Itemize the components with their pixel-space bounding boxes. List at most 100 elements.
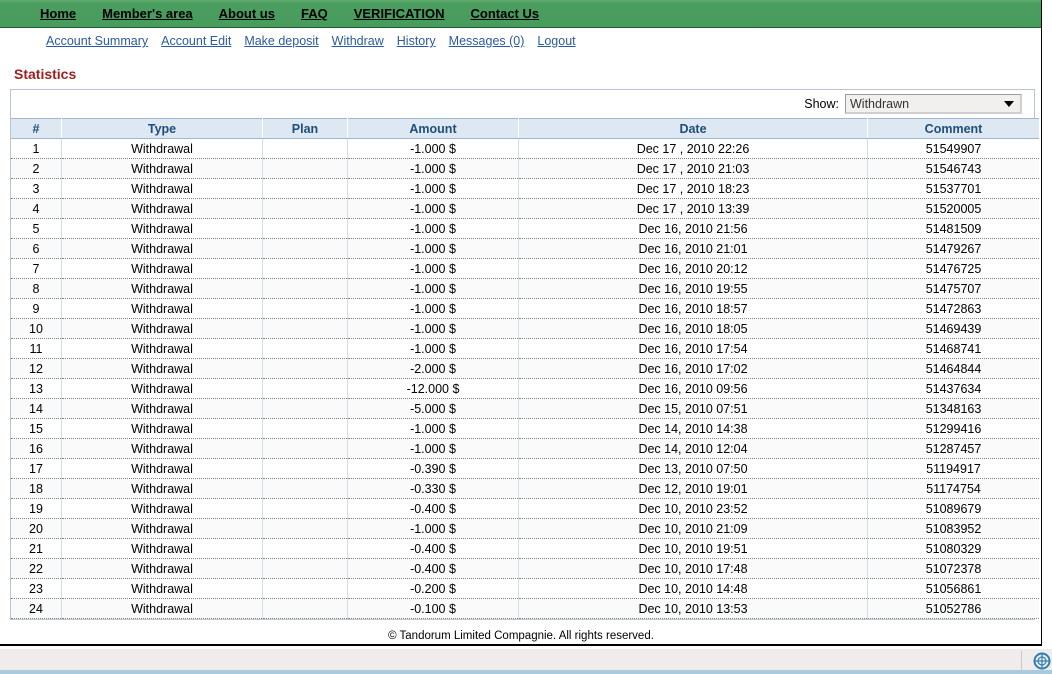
cell-type: Withdrawal [61, 178, 263, 199]
cell-date: Dec 16, 2010 19:55 [518, 278, 868, 299]
cell-date: Dec 10, 2010 23:52 [518, 498, 868, 519]
cell-plan [262, 498, 348, 519]
cell-comment: 51437634 [867, 378, 1039, 399]
nav-item-faq[interactable]: FAQ [301, 6, 328, 21]
cell-amount: -0.200 $ [347, 578, 519, 599]
cell-amount: -0.390 $ [347, 458, 519, 479]
globe-icon[interactable] [1033, 652, 1051, 670]
table-row: 3 Withdrawal -1.000 $ Dec 17 , 2010 18:23 51… [11, 178, 1039, 199]
cell-type: Withdrawal [61, 238, 263, 259]
cell-number: 20 [11, 518, 62, 539]
column-header-type[interactable]: Type [61, 118, 263, 139]
cell-comment: 51479267 [867, 238, 1039, 259]
table-row: 23 Withdrawal -0.200 $ Dec 10, 2010 14:48 51… [11, 578, 1039, 599]
subnav-item-history[interactable]: History [397, 34, 436, 48]
account-navigation: Account Summary Account Edit Make deposi… [0, 28, 1041, 54]
column-header-amount[interactable]: Amount [347, 118, 519, 139]
table-head: # Type Plan Amount Date Comment [11, 118, 1039, 139]
cell-plan [262, 138, 348, 159]
cell-date: Dec 10, 2010 13:53 [518, 598, 868, 619]
cell-type: Withdrawal [61, 258, 263, 279]
cell-plan [262, 458, 348, 479]
cell-amount: -1.000 $ [347, 518, 519, 539]
table-header-row: # Type Plan Amount Date Comment [11, 118, 1039, 139]
cell-type: Withdrawal [61, 418, 263, 439]
cell-date: Dec 17 , 2010 13:39 [518, 198, 868, 219]
cell-amount: -0.400 $ [347, 538, 519, 559]
column-header-number[interactable]: # [11, 118, 62, 139]
cell-date: Dec 16, 2010 17:02 [518, 358, 868, 379]
cell-type: Withdrawal [61, 578, 263, 599]
cell-number: 2 [11, 158, 62, 179]
cell-type: Withdrawal [61, 298, 263, 319]
nav-item-members-area[interactable]: Member's area [102, 6, 193, 21]
cell-date: Dec 10, 2010 19:51 [518, 538, 868, 559]
show-label: Show: [804, 97, 839, 111]
cell-comment: 51469439 [867, 318, 1039, 339]
cell-amount: -0.400 $ [347, 558, 519, 579]
cell-amount: -0.400 $ [347, 498, 519, 519]
cell-comment: 51056861 [867, 578, 1039, 599]
cell-comment: 51476725 [867, 258, 1039, 279]
cell-date: Dec 15, 2010 07:51 [518, 398, 868, 419]
cell-number: 12 [11, 358, 62, 379]
subnav-item-logout[interactable]: Logout [537, 34, 575, 48]
cell-plan [262, 218, 348, 239]
column-header-plan[interactable]: Plan [262, 118, 348, 139]
cell-date: Dec 10, 2010 21:09 [518, 518, 868, 539]
cell-date: Dec 16, 2010 09:56 [518, 378, 868, 399]
show-filter-select[interactable]: Withdrawn [845, 94, 1022, 114]
subnav-item-account-summary[interactable]: Account Summary [46, 34, 148, 48]
nav-item-about-us[interactable]: About us [219, 6, 275, 21]
cell-type: Withdrawal [61, 278, 263, 299]
cell-date: Dec 14, 2010 14:38 [518, 418, 868, 439]
cell-plan [262, 178, 348, 199]
cell-amount: -1.000 $ [347, 418, 519, 439]
cell-comment: 51546743 [867, 158, 1039, 179]
subnav-item-withdraw[interactable]: Withdraw [332, 34, 384, 48]
cell-comment: 51052786 [867, 598, 1039, 619]
cell-number: 1 [11, 138, 62, 159]
table-row: 16 Withdrawal -1.000 $ Dec 14, 2010 12:04 51… [11, 438, 1039, 459]
cell-number: 11 [11, 338, 62, 359]
cell-date: Dec 13, 2010 07:50 [518, 458, 868, 479]
table-body: 1 Withdrawal -1.000 $ Dec 17 , 2010 22:26 51… [11, 138, 1039, 619]
nav-item-contact-us[interactable]: Contact Us [470, 6, 539, 21]
subnav-item-account-edit[interactable]: Account Edit [161, 34, 231, 48]
nav-item-home[interactable]: Home [40, 6, 76, 21]
cell-number: 19 [11, 498, 62, 519]
table-row: 13 Withdrawal -12.000 $ Dec 16, 2010 09:56 5… [11, 378, 1039, 399]
cell-plan [262, 578, 348, 599]
primary-navigation: Home Member's area About us FAQ VERIFICA… [0, 0, 1041, 28]
cell-comment: 51194917 [867, 458, 1039, 479]
cell-comment: 51089679 [867, 498, 1039, 519]
cell-comment: 51348163 [867, 398, 1039, 419]
cell-plan [262, 378, 348, 399]
cell-comment: 51299416 [867, 418, 1039, 439]
table-row: 5 Withdrawal -1.000 $ Dec 16, 2010 21:56 514… [11, 218, 1039, 239]
cell-date: Dec 17 , 2010 18:23 [518, 178, 868, 199]
cell-comment: 51083952 [867, 518, 1039, 539]
cell-number: 21 [11, 538, 62, 559]
column-header-comment[interactable]: Comment [867, 118, 1039, 139]
cell-type: Withdrawal [61, 338, 263, 359]
cell-plan [262, 538, 348, 559]
cell-date: Dec 17 , 2010 22:26 [518, 138, 868, 159]
cell-type: Withdrawal [61, 538, 263, 559]
column-header-date[interactable]: Date [518, 118, 868, 139]
cell-type: Withdrawal [61, 398, 263, 419]
subnav-item-make-deposit[interactable]: Make deposit [244, 34, 318, 48]
cell-date: Dec 16, 2010 18:57 [518, 298, 868, 319]
cell-number: 14 [11, 398, 62, 419]
cell-plan [262, 478, 348, 499]
nav-item-verification[interactable]: VERIFICATION [354, 6, 445, 21]
cell-amount: -1.000 $ [347, 198, 519, 219]
subnav-item-messages[interactable]: Messages (0) [449, 34, 525, 48]
cell-date: Dec 16, 2010 21:01 [518, 238, 868, 259]
cell-date: Dec 17 , 2010 21:03 [518, 158, 868, 179]
cell-date: Dec 16, 2010 17:54 [518, 338, 868, 359]
cell-plan [262, 278, 348, 299]
cell-number: 22 [11, 558, 62, 579]
show-filter-value: Withdrawn [850, 96, 910, 111]
cell-type: Withdrawal [61, 478, 263, 499]
